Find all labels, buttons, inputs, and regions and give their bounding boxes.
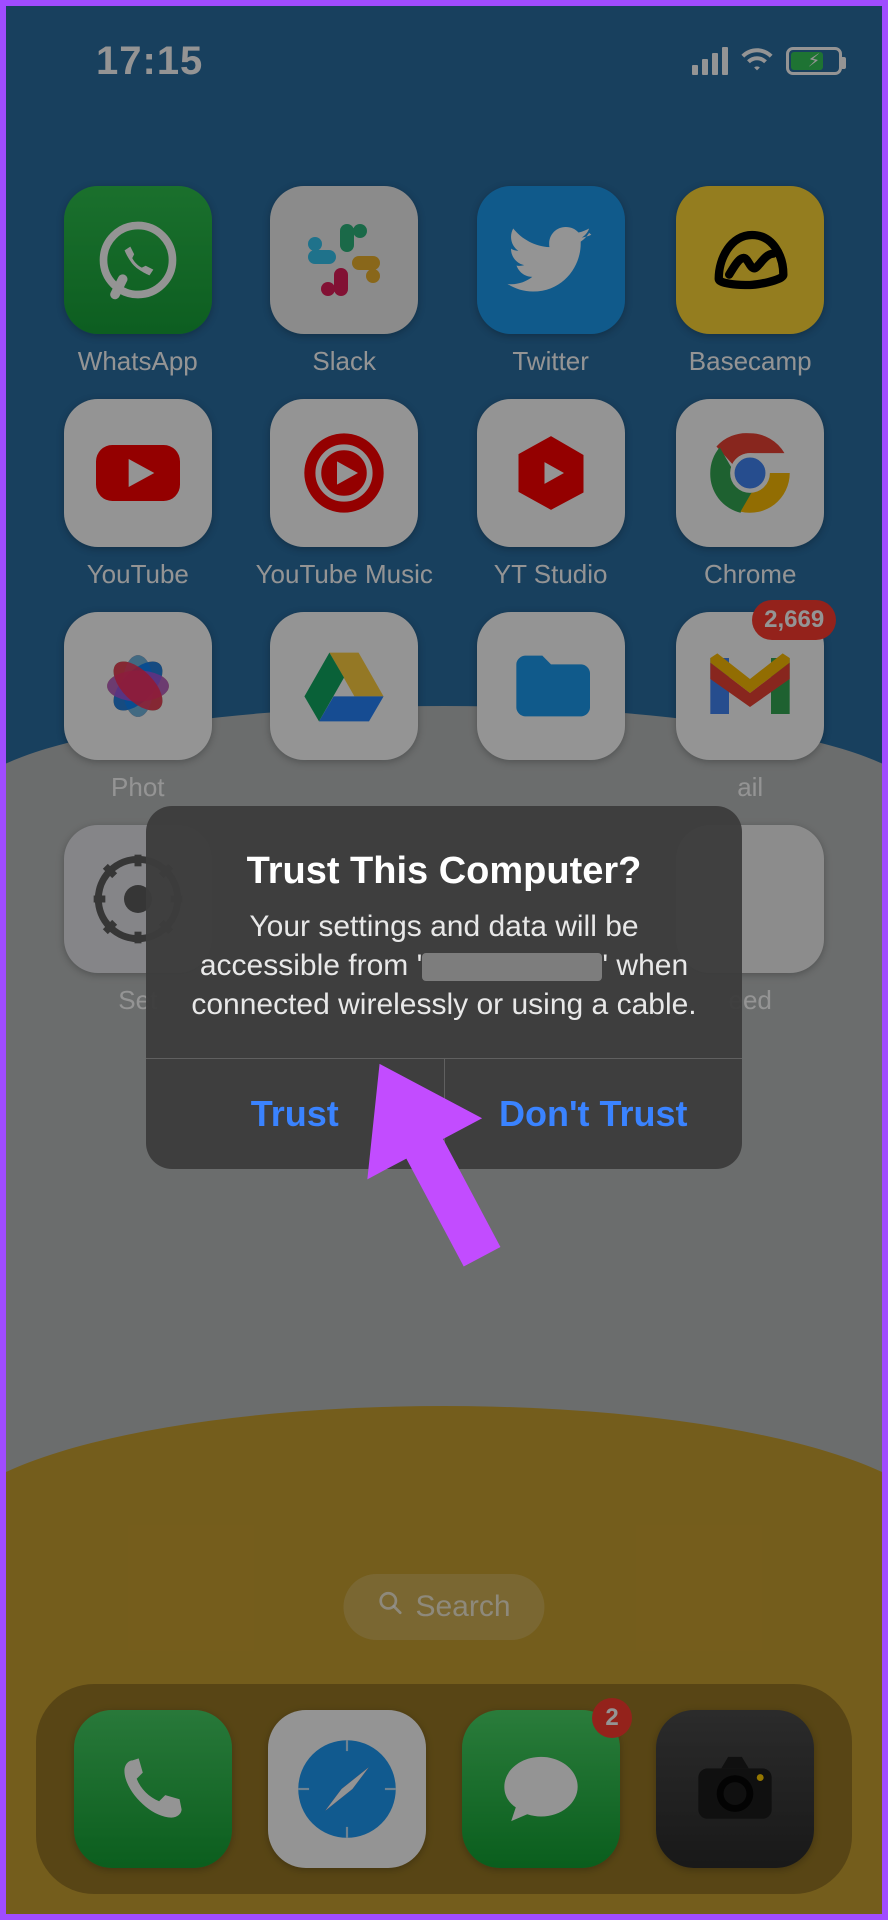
dialog-body: Your settings and data will be accessibl… <box>176 907 712 1024</box>
trust-button[interactable]: Trust <box>146 1059 444 1169</box>
home-screen: 17:15 ⚡︎ WhatsApp <box>0 0 888 1920</box>
redacted-computer-name <box>422 953 602 981</box>
dialog-title: Trust This Computer? <box>176 850 712 893</box>
trust-computer-dialog: Trust This Computer? Your settings and d… <box>146 806 742 1169</box>
dont-trust-button[interactable]: Don't Trust <box>444 1059 743 1169</box>
